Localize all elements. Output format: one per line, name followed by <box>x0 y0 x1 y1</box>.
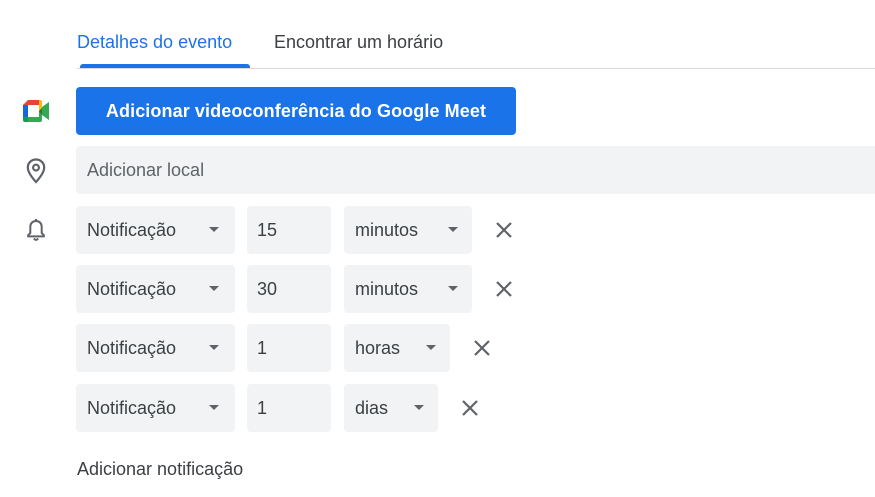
notification-unit-select[interactable]: minutos <box>344 265 472 313</box>
dropdown-caret-icon <box>209 345 219 350</box>
notification-type-value: Notificação <box>87 278 177 299</box>
notification-amount-input[interactable]: 15 <box>247 206 331 254</box>
notification-row: Notificação 30 minutos <box>76 265 546 313</box>
notification-type-select[interactable]: Notificação <box>76 265 235 313</box>
notification-unit-value: horas <box>355 337 401 358</box>
add-google-meet-button[interactable]: Adicionar videoconferência do Google Mee… <box>76 87 516 135</box>
close-icon <box>496 281 512 297</box>
tab-find-a-time[interactable]: Encontrar um horário <box>274 31 443 53</box>
notification-type-select[interactable]: Notificação <box>76 324 235 372</box>
notification-unit-select[interactable]: minutos <box>344 206 472 254</box>
notification-unit-value: minutos <box>355 219 419 240</box>
notification-unit-select[interactable]: horas <box>344 324 450 372</box>
notification-amount-input[interactable]: 1 <box>247 384 331 432</box>
dropdown-caret-icon <box>209 286 219 291</box>
dropdown-caret-icon <box>209 405 219 410</box>
notification-type-select[interactable]: Notificação <box>76 206 235 254</box>
location-input[interactable] <box>76 146 875 194</box>
close-icon <box>462 400 478 416</box>
dropdown-caret-icon <box>448 227 458 232</box>
notification-type-value: Notificação <box>87 397 177 418</box>
remove-notification-button[interactable] <box>470 336 494 360</box>
dropdown-caret-icon <box>448 286 458 291</box>
close-icon <box>496 222 512 238</box>
dropdown-caret-icon <box>426 345 436 350</box>
notification-unit-value: minutos <box>355 278 419 299</box>
tab-event-details[interactable]: Detalhes do evento <box>77 31 232 53</box>
add-notification-link[interactable]: Adicionar notificação <box>77 459 243 480</box>
notification-amount-input[interactable]: 30 <box>247 265 331 313</box>
notification-type-select[interactable]: Notificação <box>76 384 235 432</box>
notification-unit-value: dias <box>355 397 389 418</box>
notification-type-value: Notificação <box>87 337 177 358</box>
dropdown-caret-icon <box>414 405 424 410</box>
location-pin-icon <box>22 157 50 185</box>
remove-notification-button[interactable] <box>492 277 516 301</box>
dropdown-caret-icon <box>209 227 219 232</box>
tabs-divider <box>77 68 875 69</box>
close-icon <box>474 340 490 356</box>
notification-amount-input[interactable]: 1 <box>247 324 331 372</box>
google-meet-icon <box>22 97 50 125</box>
remove-notification-button[interactable] <box>458 396 482 420</box>
bell-icon <box>22 216 50 244</box>
notification-type-value: Notificação <box>87 219 177 240</box>
event-tabs: Detalhes do evento Encontrar um horário <box>77 0 875 69</box>
notification-row: Notificação 1 dias <box>76 384 546 432</box>
notification-row: Notificação 15 minutos <box>76 206 546 254</box>
notification-row: Notificação 1 horas <box>76 324 546 372</box>
remove-notification-button[interactable] <box>492 218 516 242</box>
notification-unit-select[interactable]: dias <box>344 384 438 432</box>
